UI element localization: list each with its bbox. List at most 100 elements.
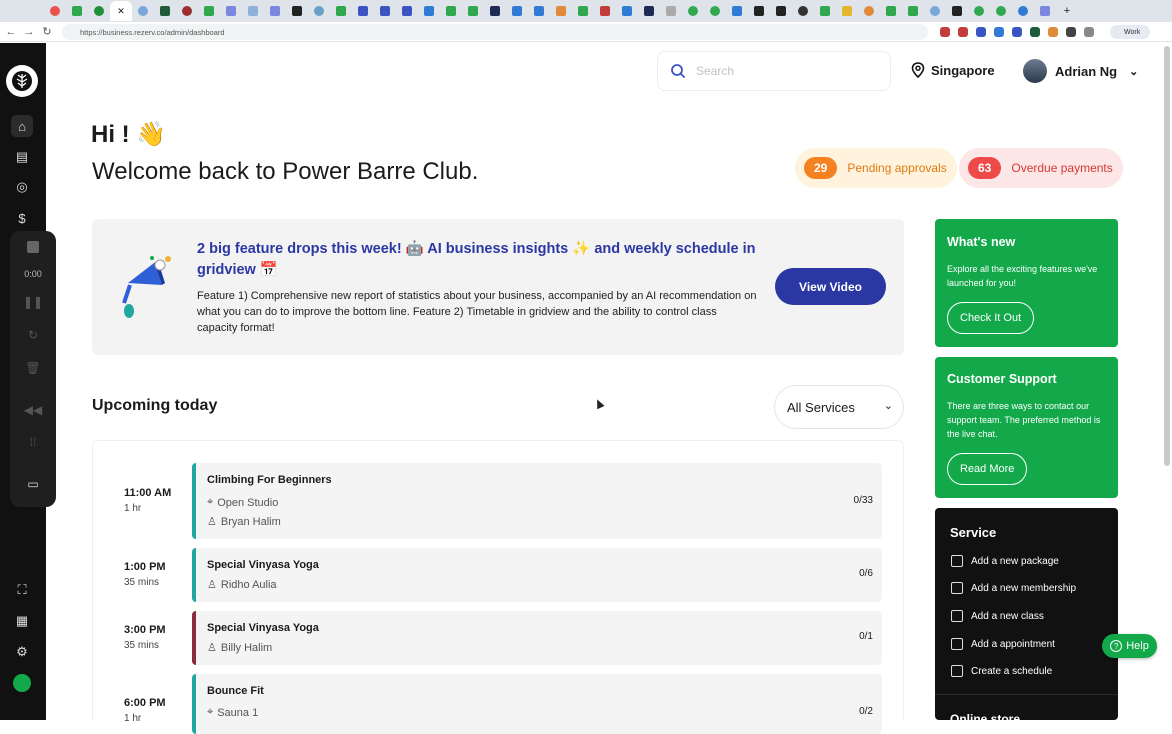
session-card[interactable]: Special Vinyasa Yoga ♙ Billy Halim 0/1 [192, 611, 882, 665]
search-input[interactable] [696, 64, 866, 78]
customer-support-text: There are three ways to contact our supp… [947, 401, 1101, 439]
browser-tab[interactable] [462, 1, 484, 21]
nav-scan[interactable]: ⛶ [11, 579, 33, 601]
browser-tab[interactable] [264, 1, 286, 21]
browser-tab[interactable] [1012, 1, 1034, 21]
trash-icon[interactable]: 🗑 [10, 361, 56, 375]
nav-settings[interactable]: ⚙ [11, 641, 33, 663]
browser-tab[interactable] [572, 1, 594, 21]
nav-schedule[interactable]: ▤ [11, 146, 33, 168]
browser-tab[interactable] [770, 1, 792, 21]
browser-tab[interactable] [682, 1, 704, 21]
browser-tab[interactable] [946, 1, 968, 21]
nav-brand[interactable] [11, 672, 33, 694]
profile-button[interactable]: Work [1110, 25, 1150, 39]
browser-tab[interactable] [880, 1, 902, 21]
browser-tab[interactable] [220, 1, 242, 21]
nav-home[interactable]: ⌂ [11, 115, 33, 137]
session-card[interactable]: Climbing For Beginners ⌖ Open Studio ♙ Bry… [192, 463, 882, 539]
pause-icon[interactable]: ❚❚ [10, 295, 56, 309]
close-icon[interactable]: ✕ [117, 6, 125, 17]
browser-tab[interactable] [968, 1, 990, 21]
restart-icon[interactable]: ↻ [10, 328, 56, 342]
services-filter-select[interactable]: All Services ⌄ [774, 385, 904, 429]
browser-tab[interactable] [418, 1, 440, 21]
add-membership-link[interactable]: Add a new membership [951, 582, 1076, 594]
url-field[interactable]: https://business.rezerv.co/admin/dashboa… [62, 24, 928, 40]
browser-tab[interactable] [176, 1, 198, 21]
plus-icon[interactable]: + [1064, 5, 1070, 17]
browser-tab[interactable] [528, 1, 550, 21]
page-scrollbar[interactable] [1164, 46, 1170, 466]
browser-tab[interactable] [154, 1, 176, 21]
camera-icon[interactable]: ▭ [10, 477, 56, 491]
browser-tab[interactable] [66, 1, 88, 21]
browser-tab[interactable] [836, 1, 858, 21]
add-appointment-link[interactable]: Add a appointment [951, 638, 1055, 650]
browser-tab[interactable] [1034, 1, 1056, 21]
browser-tab[interactable] [330, 1, 352, 21]
check-it-out-button[interactable]: Check It Out [947, 302, 1035, 334]
browser-tab[interactable] [484, 1, 506, 21]
extension-icon[interactable] [1012, 27, 1022, 37]
browser-tab[interactable] [308, 1, 330, 21]
browser-tab[interactable] [550, 1, 572, 21]
nav-apps[interactable]: ▦ [11, 610, 33, 632]
add-package-link[interactable]: Add a new package [951, 555, 1059, 567]
rewind-icon[interactable]: ◀◀ [10, 403, 56, 417]
view-video-button[interactable]: View Video [775, 268, 886, 305]
browser-tab[interactable] [792, 1, 814, 21]
add-class-link[interactable]: Add a new class [951, 610, 1044, 622]
session-card[interactable]: Bounce Fit ⌖ Sauna 1 0/2 [192, 674, 882, 734]
browser-tab[interactable] [726, 1, 748, 21]
extension-icon[interactable] [940, 27, 950, 37]
puzzle-icon[interactable] [1084, 27, 1094, 37]
browser-tab[interactable] [506, 1, 528, 21]
browser-tab[interactable] [352, 1, 374, 21]
browser-tab[interactable] [594, 1, 616, 21]
extension-icon[interactable] [976, 27, 986, 37]
browser-tab[interactable] [924, 1, 946, 21]
stop-icon[interactable] [10, 241, 56, 256]
session-card[interactable]: Special Vinyasa Yoga ♙ Ridho Aulia 0/6 [192, 548, 882, 602]
browser-tab[interactable] [704, 1, 726, 21]
browser-tab[interactable] [374, 1, 396, 21]
browser-tab[interactable] [132, 1, 154, 21]
nav-services[interactable]: ◎ [11, 176, 33, 198]
forward-icon[interactable]: → [20, 26, 38, 38]
extension-icon[interactable] [1030, 27, 1040, 37]
nav-payments[interactable]: $ [11, 207, 33, 229]
location-selector[interactable]: Singapore [911, 62, 995, 78]
overdue-payments-badge[interactable]: 63 Overdue payments [959, 148, 1123, 188]
browser-tab[interactable] [616, 1, 638, 21]
new-tab-button[interactable]: + [1056, 1, 1078, 21]
browser-tab[interactable] [198, 1, 220, 21]
extension-icon[interactable] [958, 27, 968, 37]
create-schedule-link[interactable]: Create a schedule [951, 665, 1052, 677]
browser-tab[interactable] [660, 1, 682, 21]
read-more-button[interactable]: Read More [947, 453, 1028, 485]
extension-icon[interactable] [1048, 27, 1058, 37]
browser-tab[interactable] [814, 1, 836, 21]
extension-icon[interactable] [1066, 27, 1076, 37]
browser-tab[interactable] [638, 1, 660, 21]
search-bar[interactable] [657, 51, 891, 91]
browser-tab[interactable] [902, 1, 924, 21]
browser-tab[interactable] [396, 1, 418, 21]
browser-tab-active[interactable]: ✕ [110, 1, 132, 21]
back-icon[interactable]: ← [2, 26, 20, 38]
app-logo[interactable] [6, 65, 38, 97]
help-button[interactable]: ? Help [1102, 634, 1157, 658]
grid-dots-icon[interactable]: ⁞⁞ [10, 435, 56, 449]
pending-approvals-badge[interactable]: 29 Pending approvals [795, 148, 957, 188]
extension-icon[interactable] [994, 27, 1004, 37]
browser-tab[interactable] [286, 1, 308, 21]
reload-icon[interactable]: ↻ [38, 25, 56, 38]
browser-tab[interactable] [88, 1, 110, 21]
browser-tab[interactable] [748, 1, 770, 21]
browser-tab[interactable] [990, 1, 1012, 21]
browser-tab[interactable] [858, 1, 880, 21]
browser-tab[interactable] [242, 1, 264, 21]
browser-tab[interactable] [440, 1, 462, 21]
user-menu[interactable]: Adrian Ng ⌄ [1023, 59, 1138, 83]
